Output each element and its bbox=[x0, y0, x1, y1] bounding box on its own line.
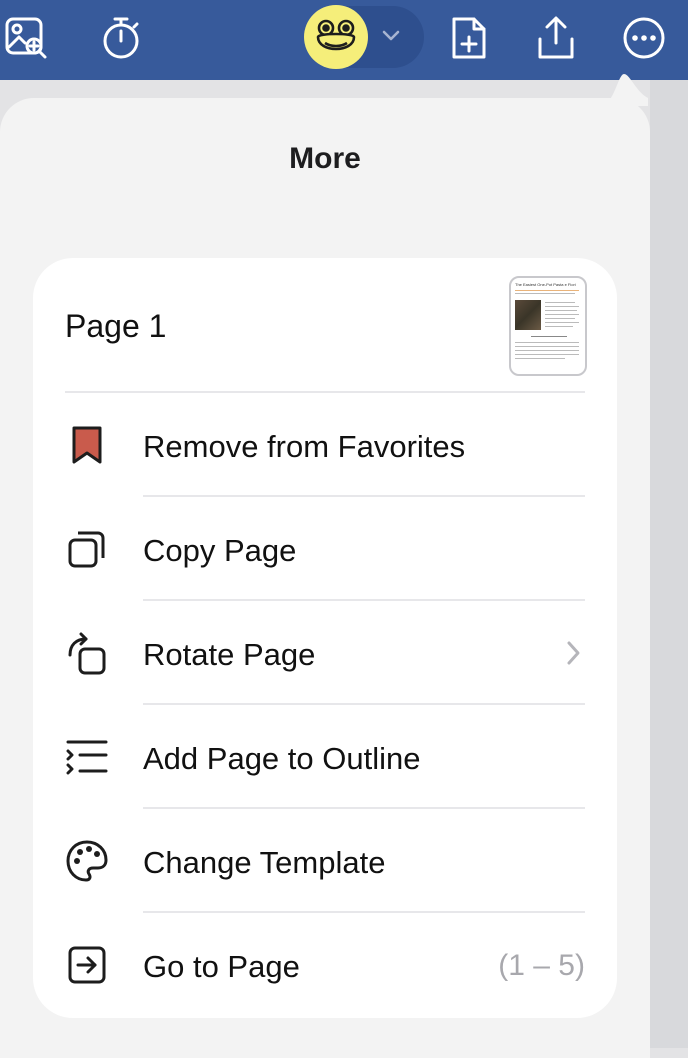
background-document bbox=[650, 80, 688, 1048]
chevron-down-icon[interactable] bbox=[380, 24, 402, 51]
menu-item-remove-from-favorites[interactable]: Remove from Favorites bbox=[33, 393, 617, 497]
menu-item-label: Copy Page bbox=[143, 533, 297, 568]
bookmark-icon bbox=[65, 423, 109, 467]
menu-item-label: Change Template bbox=[143, 845, 386, 880]
outline-icon bbox=[65, 735, 109, 779]
page-title: Page 1 bbox=[65, 308, 167, 344]
menu-item-label: Rotate Page bbox=[143, 637, 316, 672]
menu-item-label: Go to Page bbox=[143, 949, 300, 984]
page-thumbnail[interactable]: The Easiest One-Pot Pasta e Fiori bbox=[509, 276, 587, 376]
menu-item-label: Remove from Favorites bbox=[143, 429, 466, 464]
palette-icon bbox=[65, 839, 109, 883]
thumbnail-title: The Easiest One-Pot Pasta e Fiori bbox=[515, 282, 576, 287]
menu-item-rotate-page[interactable]: Rotate Page bbox=[33, 601, 617, 705]
rotate-icon bbox=[65, 631, 109, 675]
more-popover: More Page 1 The Easiest One-Pot Pasta e … bbox=[0, 98, 650, 1058]
menu-item-add-page-to-outline[interactable]: Add Page to Outline bbox=[33, 705, 617, 809]
add-page-icon[interactable] bbox=[444, 12, 492, 64]
go-to-icon bbox=[65, 943, 109, 987]
page-options-card: Page 1 The Easiest One-Pot Pasta e Fiori bbox=[33, 258, 617, 1018]
thumbnail-image bbox=[515, 300, 541, 330]
popover-title: More bbox=[289, 142, 361, 175]
page-range: (1 – 5) bbox=[498, 949, 585, 982]
image-search-icon[interactable] bbox=[2, 12, 50, 64]
menu-item-label: Add Page to Outline bbox=[143, 741, 421, 776]
chevron-right-icon bbox=[563, 639, 583, 672]
account-switcher[interactable] bbox=[304, 5, 424, 69]
share-icon[interactable] bbox=[532, 12, 580, 64]
avatar[interactable] bbox=[304, 5, 368, 69]
menu-item-go-to-page[interactable]: Go to Page (1 – 5) bbox=[33, 913, 617, 1017]
copy-icon bbox=[65, 527, 109, 571]
menu-item-change-template[interactable]: Change Template bbox=[33, 809, 617, 913]
menu-item-copy-page[interactable]: Copy Page bbox=[33, 497, 617, 601]
timer-icon[interactable] bbox=[97, 12, 145, 64]
more-icon[interactable] bbox=[620, 12, 668, 64]
page-header: Page 1 The Easiest One-Pot Pasta e Fiori bbox=[33, 258, 617, 392]
toolbar bbox=[0, 0, 688, 80]
